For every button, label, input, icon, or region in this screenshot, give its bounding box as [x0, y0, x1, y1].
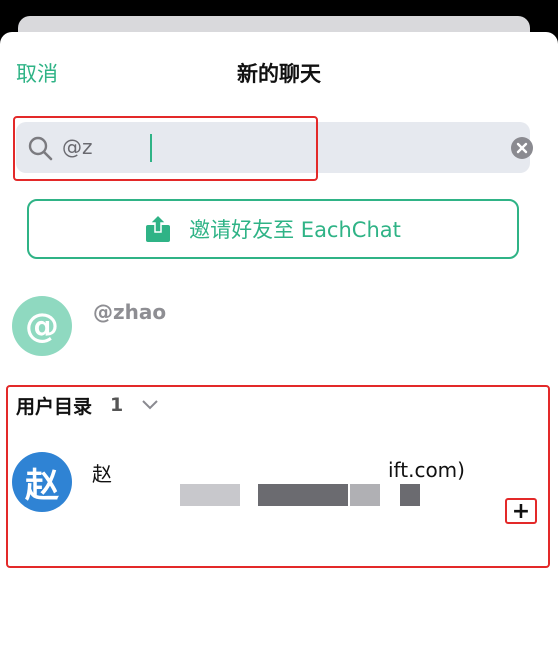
text-caret — [150, 134, 152, 162]
user-name: 赵 — [92, 462, 112, 486]
directory-title: 用户目录 — [16, 395, 93, 418]
clear-icon[interactable] — [510, 136, 534, 160]
redacted-block — [350, 484, 380, 506]
list-item[interactable]: @ @zhao — [0, 294, 558, 358]
invite-friends-button[interactable]: 邀请好友至 EachChat — [27, 199, 519, 259]
avatar: 赵 — [12, 452, 72, 512]
chevron-down-icon — [142, 400, 158, 410]
search-bar[interactable] — [16, 122, 533, 173]
user-directory-header[interactable]: 用户目录 1 — [16, 390, 159, 420]
invite-label: 邀请好友至 EachChat — [189, 218, 401, 242]
at-result-name: @zhao — [93, 300, 167, 324]
avatar: @ — [12, 296, 72, 356]
redacted-block — [400, 484, 420, 506]
share-upload-icon — [146, 215, 171, 242]
nav-bar: 取消 新的聊天 — [0, 32, 558, 112]
directory-count: 1 — [110, 394, 124, 416]
new-chat-sheet: 取消 新的聊天 邀请好友至 EachChat @ @zhao 用户目录 1 — [0, 32, 558, 670]
add-user-button[interactable]: + — [505, 498, 537, 524]
redacted-block — [180, 484, 240, 506]
list-item[interactable]: 赵 赵 ift.com) + — [0, 452, 558, 524]
user-name-tail: ift.com) — [388, 458, 465, 482]
redacted-block — [258, 484, 348, 506]
search-input[interactable] — [62, 132, 482, 162]
search-icon — [28, 136, 53, 161]
page-title: 新的聊天 — [237, 62, 321, 86]
